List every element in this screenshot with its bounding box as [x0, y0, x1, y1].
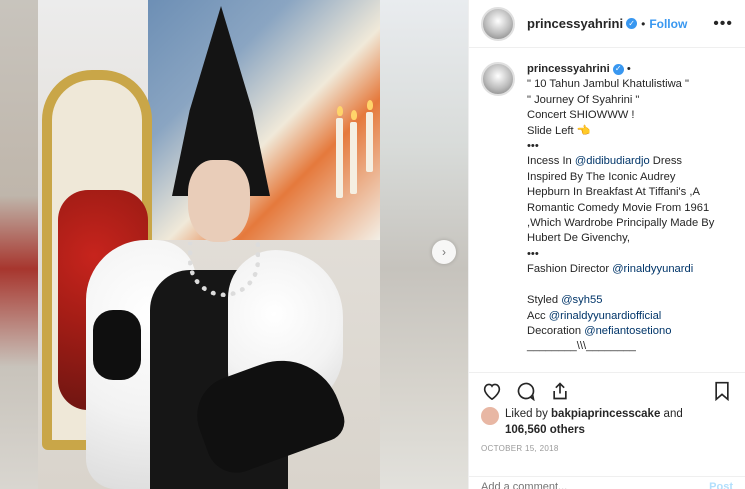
- avatar[interactable]: [481, 6, 515, 41]
- likes-prefix: Liked by: [505, 408, 552, 420]
- mention-link[interactable]: @rinaldyyunardiofficial: [549, 310, 662, 322]
- caption-line: " Journey Of Syahrini ": [527, 93, 640, 106]
- likes-middle: and: [660, 408, 683, 420]
- caption-line: ________\\\________: [527, 340, 636, 353]
- background-page-middle: [380, 0, 468, 489]
- caption-text-fragment: Acc: [527, 309, 549, 322]
- post-sidebar: princessyahrini ✓ • Follow ••• princessy…: [468, 0, 745, 489]
- mention-link[interactable]: @didibudiardjo: [575, 155, 650, 167]
- caption-line-acc: Acc @rinaldyyunardiofficial: [527, 309, 737, 324]
- caption-line-fashion: Fashion Director @rinaldyyunardi: [527, 262, 737, 277]
- separator-dot: •: [641, 16, 646, 31]
- face: [188, 160, 250, 242]
- heart-icon: [483, 383, 501, 400]
- caption-line: •••: [527, 247, 539, 260]
- background-page-left: [0, 0, 38, 489]
- more-options-icon[interactable]: •••: [713, 15, 733, 33]
- caption-text: princessyahrini ✓ • " 10 Tahun Jambul Kha…: [527, 62, 737, 368]
- candle-flame: [351, 110, 357, 120]
- mention-link[interactable]: @rinaldyyunardi: [612, 263, 693, 275]
- painting: [148, 0, 380, 240]
- comment-input[interactable]: [481, 480, 681, 489]
- caption-line-styled: Styled @syh55: [527, 293, 737, 308]
- caption-text-fragment: Decoration: [527, 324, 585, 337]
- chevron-right-icon: ›: [442, 245, 446, 259]
- caption-line: Concert SHIOWWW !: [527, 109, 635, 122]
- candle: [366, 112, 373, 172]
- follow-button[interactable]: Follow: [649, 17, 687, 31]
- liker-username[interactable]: bakpiaprincesscake: [551, 408, 660, 420]
- caption-line: Slide Left 👈: [527, 124, 591, 137]
- post-photo[interactable]: [38, 0, 380, 489]
- caption-line: Romantic Comedy Movie From 1961: [527, 201, 710, 214]
- post-comment-button[interactable]: Post: [709, 481, 733, 489]
- like-button[interactable]: [481, 380, 503, 402]
- caption-line-decoration: Decoration @nefiantosetiono: [527, 324, 737, 339]
- share-button[interactable]: [549, 380, 571, 402]
- verified-icon: ✓: [612, 63, 624, 75]
- username-link[interactable]: princessyahrini: [527, 16, 623, 31]
- caption-text-fragment: Fashion Director: [527, 263, 613, 276]
- caption-line: Inspired By The Iconic Audrey: [527, 170, 676, 183]
- likes-text: Liked by bakpiaprincesscake and 106,560 …: [505, 406, 705, 438]
- candle: [350, 122, 357, 194]
- caption-text-fragment: Incess In: [527, 155, 575, 168]
- save-button[interactable]: [711, 380, 733, 402]
- candle: [336, 118, 343, 198]
- verified-icon: ✓: [626, 18, 638, 29]
- likes-summary: Liked by bakpiaprincesscake and 106,560 …: [481, 406, 705, 438]
- candle-flame: [337, 106, 343, 116]
- liker-avatar[interactable]: [481, 407, 499, 425]
- comment-icon: [517, 382, 535, 401]
- post-header: princessyahrini ✓ • Follow •••: [469, 0, 745, 48]
- mention-link[interactable]: @syh55: [561, 294, 602, 306]
- caption-line: •••: [527, 140, 539, 153]
- action-bar: [469, 372, 745, 408]
- caption-line: Hepburn In Breakfast At Tiffani's ,A: [527, 186, 700, 199]
- caption-text-fragment: Dress: [649, 155, 683, 168]
- mention-link[interactable]: @nefiantosetiono: [584, 325, 671, 337]
- caption-text-fragment: Styled: [527, 294, 562, 307]
- black-glove-left: [93, 310, 141, 380]
- post-date[interactable]: October 15, 2018: [481, 444, 559, 453]
- bookmark-icon: [715, 381, 729, 401]
- caption-line: " 10 Tahun Jambul Khatulistiwa ": [527, 78, 689, 91]
- next-slide-button[interactable]: ›: [432, 240, 456, 264]
- candle-flame: [367, 100, 373, 110]
- caption-username[interactable]: princessyahrini: [527, 63, 610, 75]
- caption-avatar[interactable]: [481, 62, 515, 96]
- share-icon: [553, 381, 567, 399]
- comment-bar: Post: [469, 476, 745, 489]
- separator-dot: •: [626, 63, 631, 75]
- comment-button[interactable]: [515, 380, 537, 402]
- caption-line: ,Which Wardrobe Principally Made By: [527, 217, 715, 230]
- caption-line: Hubert De Givenchy,: [527, 232, 631, 245]
- likes-count[interactable]: 106,560 others: [505, 424, 585, 436]
- caption: princessyahrini ✓ • " 10 Tahun Jambul Kha…: [481, 62, 737, 368]
- caption-line-dress: Incess In @didibudiardjo Dress: [527, 154, 737, 169]
